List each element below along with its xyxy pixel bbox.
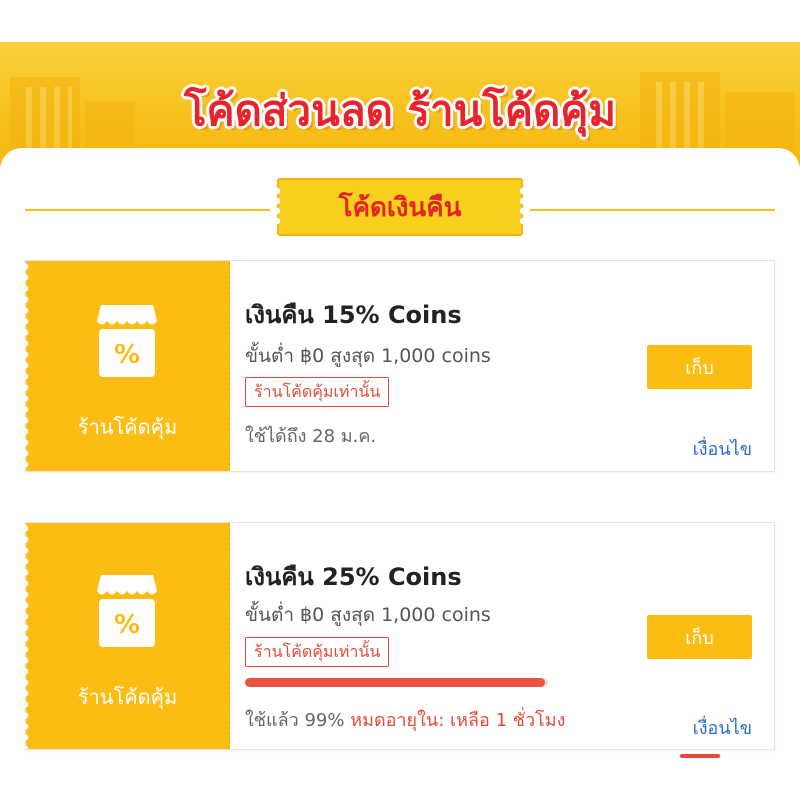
percent-shop-icon: % [97, 305, 157, 377]
terms-link[interactable]: เงื่อนไข [693, 713, 752, 742]
voucher-usage-status: ใช้แล้ว 99% หมดอายุใน: เหลือ 1 ชั่วโมง [245, 705, 565, 734]
terms-link[interactable]: เงื่อนไข [693, 434, 752, 463]
voucher-shop-panel: % ร้านโค้ดคุ้ม [25, 261, 230, 471]
svg-text:%: % [114, 340, 140, 370]
voucher-min-spend: ขั้นต่ำ ฿0 สูงสุด 1,000 coins [245, 604, 491, 626]
shop-label: ร้านโค้ดคุ้ม [77, 685, 178, 709]
usage-progress-fill [245, 678, 545, 687]
voucher-shop-panel: % ร้านโค้ดคุ้ม [25, 523, 230, 749]
section-divider-left [25, 209, 270, 211]
section-divider-right [530, 209, 775, 211]
usage-progress-bar [245, 678, 548, 687]
voucher-card: % ร้านโค้ดคุ้ม เงินคืน 25% Coins ขั้นต่ำ… [25, 522, 775, 750]
voucher-title: เงินคืน 25% Coins [245, 563, 462, 591]
top-strip [0, 0, 800, 42]
percent-shop-icon: % [97, 575, 157, 647]
voucher-title: เงินคืน 15% Coins [245, 301, 462, 329]
voucher-card: % ร้านโค้ดคุ้ม เงินคืน 15% Coins ขั้นต่ำ… [25, 260, 775, 472]
voucher-validity: ใช้ได้ถึง 28 ม.ค. [245, 426, 377, 447]
expiry-countdown: หมดอายุใน: เหลือ 1 ชั่วโมง [350, 710, 566, 731]
voucher-min-spend: ขั้นต่ำ ฿0 สูงสุด 1,000 coins [245, 345, 491, 367]
shop-only-badge: ร้านโค้ดคุ้มเท่านั้น [245, 637, 390, 667]
banner-title: โค้ดส่วนลด ร้านโค้ดคุ้ม [183, 86, 617, 135]
shop-only-badge: ร้านโค้ดคุ้มเท่านั้น [245, 377, 390, 407]
used-percent-text: ใช้แล้ว 99% [245, 710, 345, 731]
scroll-indicator [680, 754, 720, 758]
collect-button[interactable]: เก็บ [647, 345, 752, 389]
ticket-edge [25, 523, 32, 749]
shop-label: ร้านโค้ดคุ้ม [77, 415, 178, 439]
svg-text:%: % [114, 610, 140, 640]
section-title: โค้ดเงินคืน [277, 178, 523, 236]
collect-button[interactable]: เก็บ [647, 615, 752, 659]
